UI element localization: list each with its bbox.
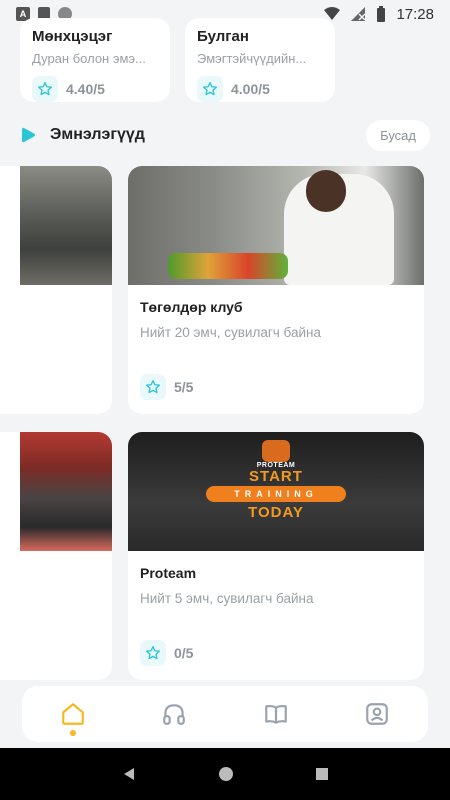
hospital-card-partial[interactable]: [0, 432, 112, 680]
hospital-name: Proteam: [140, 565, 197, 581]
gym-photo: [20, 432, 112, 551]
hospital-photo: [128, 166, 424, 285]
bottom-nav: [22, 686, 428, 742]
star-icon: [197, 76, 223, 102]
doctor-card[interactable]: Мөнхцэцэг Дуран болон эмэ... 4.40/5: [20, 18, 170, 102]
play-icon: [22, 127, 35, 143]
doctor-card[interactable]: Булган Эмэгтэйчүүдийн... 4.00/5: [185, 18, 335, 102]
doctor-name: Мөнхцэцэг: [32, 28, 113, 45]
home-icon: [61, 703, 84, 725]
hospital-desc: Нийт 20 эмч, сувилагч байна: [140, 325, 321, 340]
doctor-specialty: Эмэгтэйчүүдийн...: [197, 51, 307, 66]
hospital-desc: Нийт 5 эмч, сувилагч байна: [140, 591, 314, 606]
doctor-name: Булган: [197, 28, 249, 45]
profile-icon: [366, 703, 389, 725]
nav-library[interactable]: [256, 694, 296, 734]
hospital-card[interactable]: Төгөлдөр клуб Нийт 20 эмч, сувилагч байн…: [128, 166, 424, 414]
gym-photo: [20, 166, 112, 285]
rating: 0/5: [140, 640, 193, 666]
nav-consult[interactable]: [154, 694, 194, 734]
battery-icon: [377, 6, 386, 22]
rating-value: 0/5: [174, 645, 194, 661]
hospital-name: Төгөлдөр клуб: [140, 299, 243, 315]
recents-icon[interactable]: [315, 767, 329, 781]
headphones-icon: [163, 704, 186, 725]
section-header: Эмнэлэгүүд Бусад: [22, 118, 430, 152]
rating: 4.40/5: [32, 76, 158, 102]
rating-value: 5/5: [174, 379, 194, 395]
signal-icon: [351, 7, 366, 21]
rating: 5/5: [140, 374, 193, 400]
banner-line3: TODAY: [248, 504, 304, 521]
section-title: Эмнэлэгүүд: [50, 126, 145, 143]
back-icon[interactable]: [121, 766, 137, 782]
chef-head: [306, 170, 346, 212]
hospital-card-partial[interactable]: [0, 166, 112, 414]
rating: 4.00/5: [197, 76, 323, 102]
more-button[interactable]: Бусад: [366, 119, 430, 151]
hospital-card[interactable]: PROTEAM START TRAINING TODAY Proteam Ний…: [128, 432, 424, 680]
hospital-photo: PROTEAM START TRAINING TODAY: [128, 432, 424, 551]
proteam-logo-icon: [262, 440, 290, 462]
star-icon: [140, 374, 166, 400]
doctor-specialty: Дуран болон эмэ...: [32, 51, 146, 66]
banner-line1: START: [249, 468, 303, 485]
home-circle-icon[interactable]: [218, 766, 234, 782]
nav-home[interactable]: [53, 694, 93, 736]
star-icon: [32, 76, 58, 102]
vegetables: [168, 253, 288, 279]
book-icon: [264, 704, 287, 724]
star-icon: [140, 640, 166, 666]
system-nav-bar: [0, 748, 450, 800]
banner-line2: TRAINING: [206, 486, 346, 502]
status-time: 17:28: [396, 5, 434, 23]
rating-value: 4.40/5: [66, 81, 105, 97]
nav-profile[interactable]: [357, 694, 397, 734]
rating-value: 4.00/5: [231, 81, 270, 97]
active-indicator: [69, 730, 76, 736]
